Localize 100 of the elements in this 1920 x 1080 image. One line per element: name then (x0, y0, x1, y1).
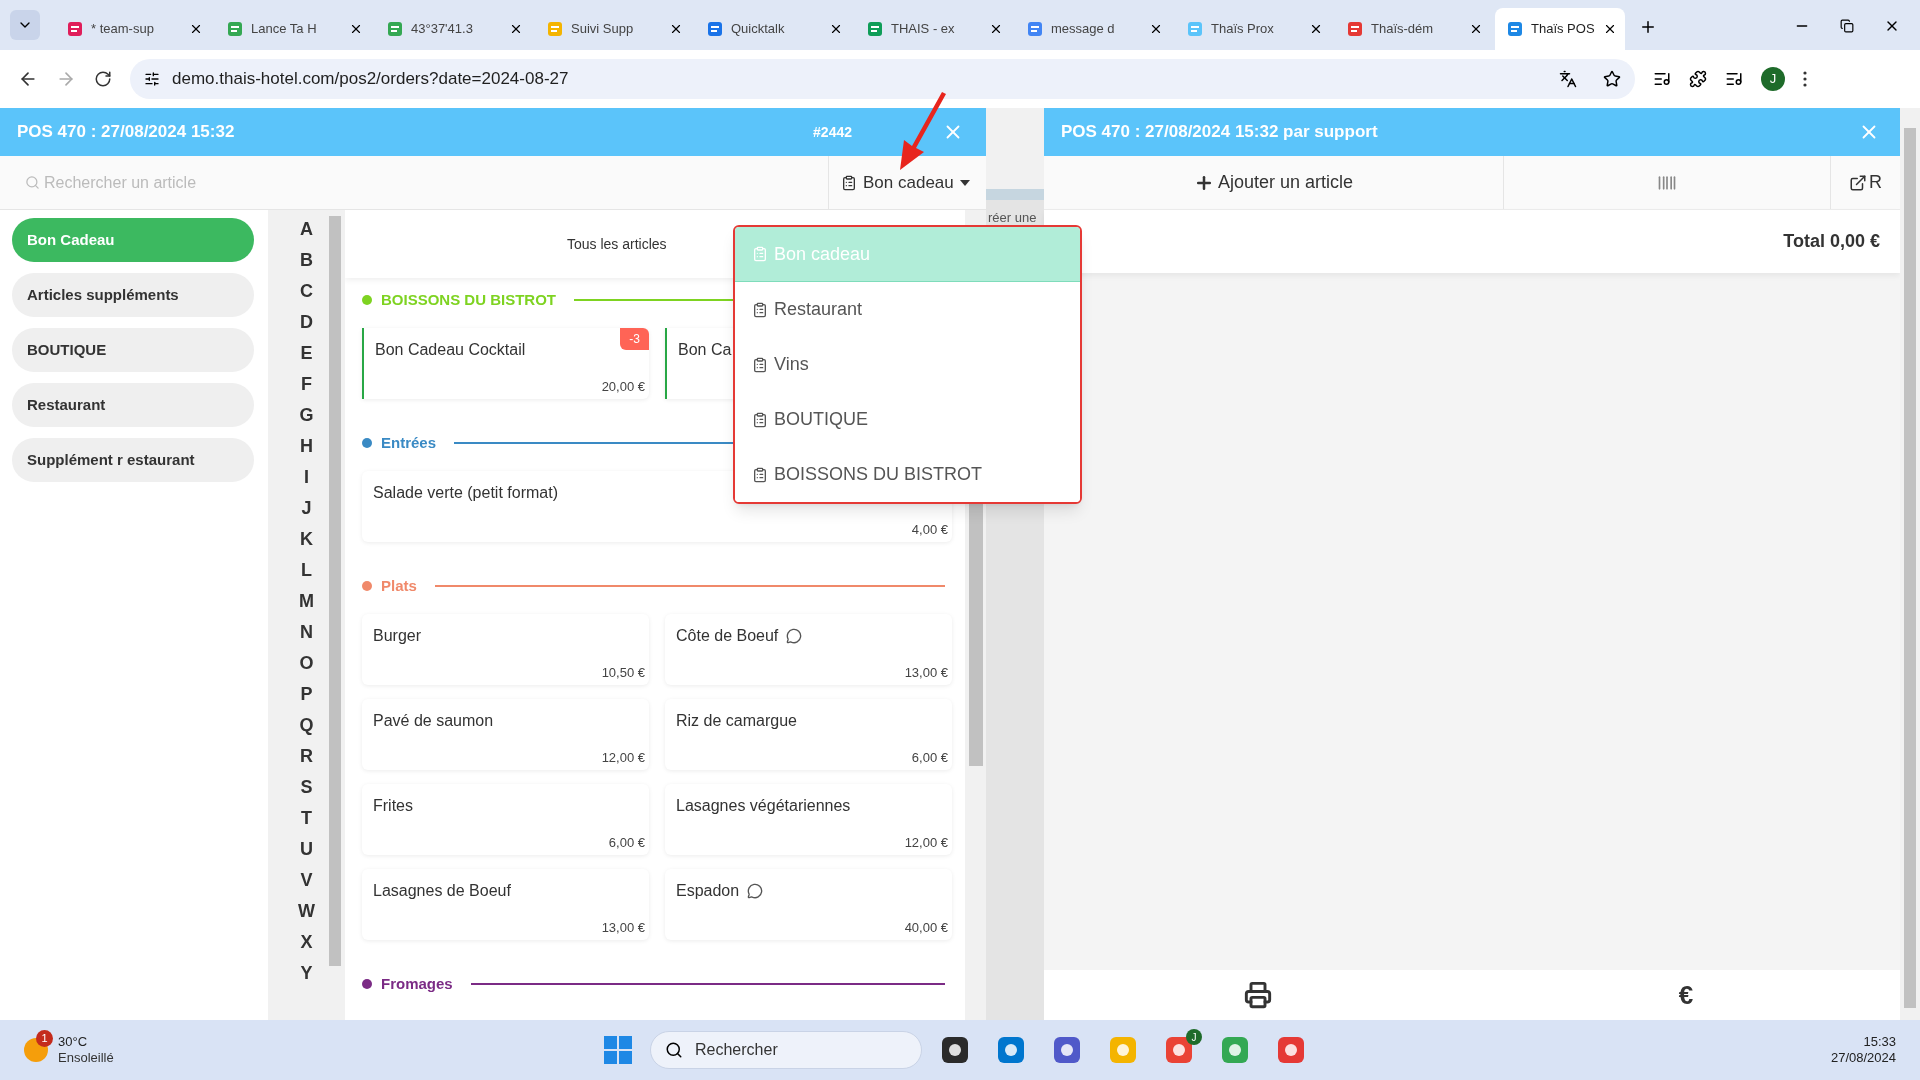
product-name: Riz de camargue (676, 711, 797, 731)
index-letter[interactable]: T (301, 803, 312, 834)
index-letter[interactable]: K (300, 524, 313, 555)
section-title: Entrées (381, 432, 437, 453)
app-icon[interactable] (1164, 1035, 1194, 1065)
dropdown-item[interactable]: BOISSONS DU BISTROT (735, 447, 1080, 502)
index-letter[interactable]: I (304, 462, 309, 493)
close-icon[interactable] (349, 22, 363, 36)
browser-tab[interactable]: * team-sup (55, 8, 215, 50)
translate-icon[interactable] (1559, 70, 1577, 88)
tab-title: THAIS - ex (891, 20, 955, 39)
close-icon[interactable] (189, 22, 203, 36)
browser-tab[interactable]: 43°37'41.3 (375, 8, 535, 50)
index-letter[interactable]: U (300, 834, 313, 865)
product-card[interactable]: Pavé de saumon 12,00 € (362, 699, 649, 770)
index-letter[interactable]: F (301, 369, 312, 400)
browser-tab[interactable]: THAIS - ex (855, 8, 1015, 50)
menu-icon[interactable] (1803, 71, 1807, 87)
profile-avatar[interactable]: J (1761, 67, 1785, 91)
section-title: Fromages (381, 973, 453, 994)
scrollbar-thumb[interactable] (329, 216, 341, 966)
product-name: Pavé de saumon (373, 711, 494, 731)
scrollbar-thumb[interactable] (1904, 128, 1916, 1008)
product-card[interactable]: Bon Cadeau Cocktail 20,00 € -3 (362, 328, 649, 399)
search-icon (665, 1041, 683, 1059)
index-letter[interactable]: W (298, 896, 315, 927)
category-pill[interactable]: BOUTIQUE (12, 328, 254, 372)
product-card[interactable]: Lasagnes végétariennes 12,00 € (665, 784, 952, 855)
product-card[interactable]: Lasagnes de Boeuf 13,00 € (362, 869, 649, 940)
category-pill[interactable]: Supplément r estaurant (12, 438, 254, 482)
app-icon[interactable] (940, 1035, 970, 1065)
browser-tab[interactable]: Quicktalk (695, 8, 855, 50)
taskbar-search-field[interactable]: Rechercher (650, 1031, 922, 1069)
index-letter[interactable]: D (300, 307, 313, 338)
index-letter[interactable]: M (299, 586, 314, 617)
index-letter[interactable]: C (300, 276, 313, 307)
index-letter[interactable]: Q (299, 710, 314, 741)
bookmark-star-icon[interactable] (1603, 70, 1621, 88)
index-letter[interactable]: V (300, 865, 313, 896)
product-card[interactable]: Côte de Boeuf 13,00 € (665, 614, 952, 685)
index-letter[interactable]: A (300, 214, 313, 245)
close-icon[interactable] (1149, 22, 1163, 36)
index-letter[interactable]: X (300, 927, 313, 958)
close-icon[interactable] (1469, 22, 1483, 36)
product-name: Burger (373, 626, 422, 646)
index-letter[interactable]: Y (300, 958, 313, 989)
index-letter[interactable]: J (301, 493, 312, 524)
new-tab-icon[interactable] (1639, 18, 1657, 36)
product-card[interactable]: Frites 6,00 € (362, 784, 649, 855)
site-settings-icon[interactable] (144, 71, 160, 87)
add-article-button[interactable]: Ajouter un article (1044, 156, 1503, 209)
product-card[interactable]: Burger 10,50 € (362, 614, 649, 685)
index-letter[interactable]: E (300, 338, 313, 369)
close-icon[interactable] (989, 22, 1003, 36)
index-letter[interactable]: G (299, 400, 314, 431)
close-icon[interactable] (829, 22, 843, 36)
product-price: 12,00 € (904, 833, 948, 852)
product-name: Espadon (676, 881, 740, 901)
tab-search-button[interactable] (10, 10, 40, 40)
reload-icon[interactable] (94, 70, 112, 88)
index-letter[interactable]: S (300, 772, 313, 803)
search-field[interactable]: Rechercher un article (44, 170, 444, 195)
category-pill[interactable]: Articles suppléments (12, 273, 254, 317)
product-price: 13,00 € (904, 663, 948, 682)
restore-icon[interactable] (1840, 19, 1854, 33)
browser-tab[interactable]: Thaïs POS (1495, 8, 1625, 50)
extension-icon[interactable] (1653, 70, 1671, 88)
close-icon[interactable] (1309, 22, 1323, 36)
dropdown-item[interactable]: Vins (735, 337, 1080, 392)
tab-title: Thaïs Prox (1211, 20, 1274, 39)
browser-tab[interactable]: Suivi Supp (535, 8, 695, 50)
index-letter[interactable]: H (300, 431, 313, 462)
app-icon[interactable] (1052, 1035, 1082, 1065)
product-card[interactable]: Espadon 40,00 € (665, 869, 952, 940)
browser-tab[interactable]: Thaïs-dém (1335, 8, 1495, 50)
index-letter[interactable]: B (300, 245, 313, 276)
index-letter[interactable]: L (301, 555, 312, 586)
close-icon[interactable] (669, 22, 683, 36)
external-link-icon (1849, 173, 1867, 192)
windows-start-icon[interactable] (604, 1036, 632, 1064)
browser-tab[interactable]: Lance Ta H (215, 8, 375, 50)
product-card[interactable]: Riz de camargue 6,00 € (665, 699, 952, 770)
dropdown-item[interactable]: Restaurant (735, 282, 1080, 337)
pay-button[interactable]: € (1472, 970, 1900, 1020)
browser-tab[interactable]: message d (1015, 8, 1175, 50)
clipboard-icon (752, 246, 768, 262)
media-icon[interactable] (1725, 70, 1743, 88)
clipboard-icon (752, 466, 768, 483)
index-letter[interactable]: N (300, 617, 313, 648)
browser-tab[interactable]: Thaïs Prox (1175, 8, 1335, 50)
index-letter[interactable]: P (300, 679, 313, 710)
clipboard-icon (752, 356, 768, 373)
index-letter[interactable]: R (300, 741, 313, 772)
extensions-icon[interactable] (1689, 70, 1707, 88)
category-pill[interactable]: Restaurant (12, 383, 254, 427)
dropdown-item[interactable]: BOUTIQUE (735, 392, 1080, 447)
close-icon[interactable] (509, 22, 523, 36)
view-tab[interactable]: Tous les articles (567, 233, 667, 255)
address-bar[interactable]: demo.thais-hotel.com/pos2/orders?date=2024-08-27 (130, 59, 1635, 99)
index-letter[interactable]: O (299, 648, 314, 679)
